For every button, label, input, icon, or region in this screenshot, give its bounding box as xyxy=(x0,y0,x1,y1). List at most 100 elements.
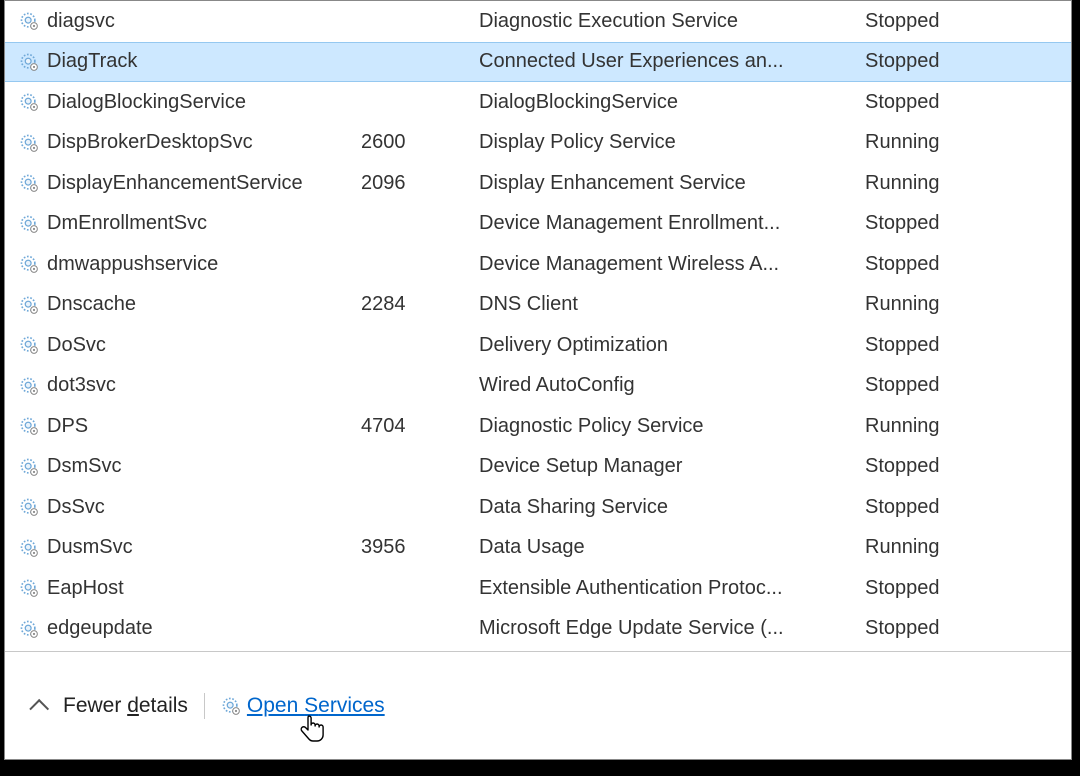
service-row[interactable]: DsSvc Data Sharing ServiceStopped xyxy=(5,487,1071,528)
service-gear-icon xyxy=(19,295,47,315)
service-description: Extensible Authentication Protoc... xyxy=(479,577,865,600)
service-name: DialogBlockingService xyxy=(47,91,361,114)
service-row[interactable]: DusmSvc3956Data UsageRunning xyxy=(5,528,1071,569)
service-description: Data Usage xyxy=(479,536,865,559)
service-gear-icon xyxy=(19,457,47,477)
service-pid: 2096 xyxy=(361,172,479,195)
footer-bar: Fewer details Open Services xyxy=(5,651,1071,759)
services-table[interactable]: diagsvcDiagnostic Execution ServiceStopp… xyxy=(5,1,1071,651)
service-description: DNS Client xyxy=(479,293,865,316)
service-name: DmEnrollmentSvc xyxy=(47,212,361,235)
footer-divider xyxy=(204,693,205,719)
service-status: Stopped xyxy=(865,10,1045,33)
service-gear-icon xyxy=(19,619,47,639)
service-name: edgeupdate xyxy=(47,617,361,640)
service-name: EapHost xyxy=(47,577,361,600)
service-name: DisplayEnhancementService xyxy=(47,172,361,195)
service-name: DPS xyxy=(47,415,361,438)
service-gear-icon xyxy=(19,538,47,558)
service-name: diagsvc xyxy=(47,10,361,33)
open-services-link[interactable]: Open Services xyxy=(221,694,385,718)
service-description: Wired AutoConfig xyxy=(479,374,865,397)
fewer-details-pre: Fewer xyxy=(63,694,127,717)
service-name: DusmSvc xyxy=(47,536,361,559)
service-description: Delivery Optimization xyxy=(479,334,865,357)
service-gear-icon xyxy=(19,416,47,436)
service-pid: 4704 xyxy=(361,415,479,438)
service-row[interactable]: DsmSvc Device Setup ManagerStopped xyxy=(5,447,1071,488)
service-name: DispBrokerDesktopSvc xyxy=(47,131,361,154)
service-gear-icon xyxy=(19,497,47,517)
service-description: DialogBlockingService xyxy=(479,91,865,114)
fewer-details-button[interactable]: Fewer details xyxy=(63,694,188,718)
service-pid: 3956 xyxy=(361,536,479,559)
service-status: Stopped xyxy=(865,496,1045,519)
service-name: dmwappushservice xyxy=(47,253,361,276)
service-status: Running xyxy=(865,293,1045,316)
service-pid: 2600 xyxy=(361,131,479,154)
service-row[interactable]: DPS4704Diagnostic Policy ServiceRunning xyxy=(5,406,1071,447)
service-gear-icon xyxy=(19,335,47,355)
service-row[interactable]: DmEnrollmentSvc Device Management Enrollm… xyxy=(5,204,1071,245)
service-row[interactable]: edgeupdate Microsoft Edge Update Service … xyxy=(5,609,1071,650)
service-pid: 2284 xyxy=(361,293,479,316)
service-name: Dnscache xyxy=(47,293,361,316)
service-description: Microsoft Edge Update Service (... xyxy=(479,617,865,640)
service-description: Display Policy Service xyxy=(479,131,865,154)
service-status: Stopped xyxy=(865,577,1045,600)
service-status: Running xyxy=(865,536,1045,559)
service-gear-icon xyxy=(19,52,47,72)
service-gear-icon xyxy=(19,11,47,31)
service-row[interactable]: DiagTrack Connected User Experiences an..… xyxy=(5,42,1071,83)
service-status: Stopped xyxy=(865,50,1045,73)
service-name: dot3svc xyxy=(47,374,361,397)
service-status: Stopped xyxy=(865,455,1045,478)
task-manager-services-panel: diagsvcDiagnostic Execution ServiceStopp… xyxy=(4,0,1072,760)
service-description: Diagnostic Policy Service xyxy=(479,415,865,438)
service-status: Running xyxy=(865,415,1045,438)
service-row[interactable]: Dnscache2284DNS ClientRunning xyxy=(5,285,1071,326)
service-gear-icon xyxy=(19,92,47,112)
service-description: Display Enhancement Service xyxy=(479,172,865,195)
hand-cursor-icon xyxy=(299,714,327,752)
service-status: Running xyxy=(865,172,1045,195)
service-status: Stopped xyxy=(865,91,1045,114)
service-row[interactable]: DisplayEnhancementService2096Display Enh… xyxy=(5,163,1071,204)
service-description: Device Management Wireless A... xyxy=(479,253,865,276)
service-gear-icon xyxy=(19,133,47,153)
service-description: Device Setup Manager xyxy=(479,455,865,478)
open-services-post: ervices xyxy=(318,694,385,717)
service-gear-icon xyxy=(221,696,241,716)
chevron-up-icon[interactable] xyxy=(29,698,49,718)
service-gear-icon xyxy=(19,173,47,193)
service-name: DiagTrack xyxy=(47,50,361,73)
service-gear-icon xyxy=(19,214,47,234)
fewer-details-key: d xyxy=(127,694,139,717)
service-name: DoSvc xyxy=(47,334,361,357)
service-row[interactable]: DoSvc Delivery OptimizationStopped xyxy=(5,325,1071,366)
service-status: Stopped xyxy=(865,374,1045,397)
open-services-key: S xyxy=(304,694,318,717)
service-name: DsmSvc xyxy=(47,455,361,478)
open-services-pre: Open xyxy=(247,694,304,717)
service-gear-icon xyxy=(19,376,47,396)
fewer-details-post: etails xyxy=(139,694,188,717)
service-description: Device Management Enrollment... xyxy=(479,212,865,235)
service-description: Diagnostic Execution Service xyxy=(479,10,865,33)
service-row[interactable]: diagsvc Diagnostic Execution ServiceStopp… xyxy=(5,1,1071,42)
service-status: Stopped xyxy=(865,617,1045,640)
service-status: Stopped xyxy=(865,212,1045,235)
service-row[interactable]: EapHost Extensible Authentication Protoc.… xyxy=(5,568,1071,609)
service-gear-icon xyxy=(19,254,47,274)
service-row[interactable]: DispBrokerDesktopSvc2600Display Policy S… xyxy=(5,123,1071,164)
service-description: Data Sharing Service xyxy=(479,496,865,519)
service-name: DsSvc xyxy=(47,496,361,519)
service-gear-icon xyxy=(19,578,47,598)
service-row[interactable]: dot3svc Wired AutoConfigStopped xyxy=(5,366,1071,407)
service-row[interactable]: dmwappushservice Device Management Wirele… xyxy=(5,244,1071,285)
service-row[interactable]: DialogBlockingService DialogBlockingServi… xyxy=(5,82,1071,123)
service-status: Stopped xyxy=(865,253,1045,276)
service-status: Stopped xyxy=(865,334,1045,357)
service-status: Running xyxy=(865,131,1045,154)
service-description: Connected User Experiences an... xyxy=(479,50,865,73)
